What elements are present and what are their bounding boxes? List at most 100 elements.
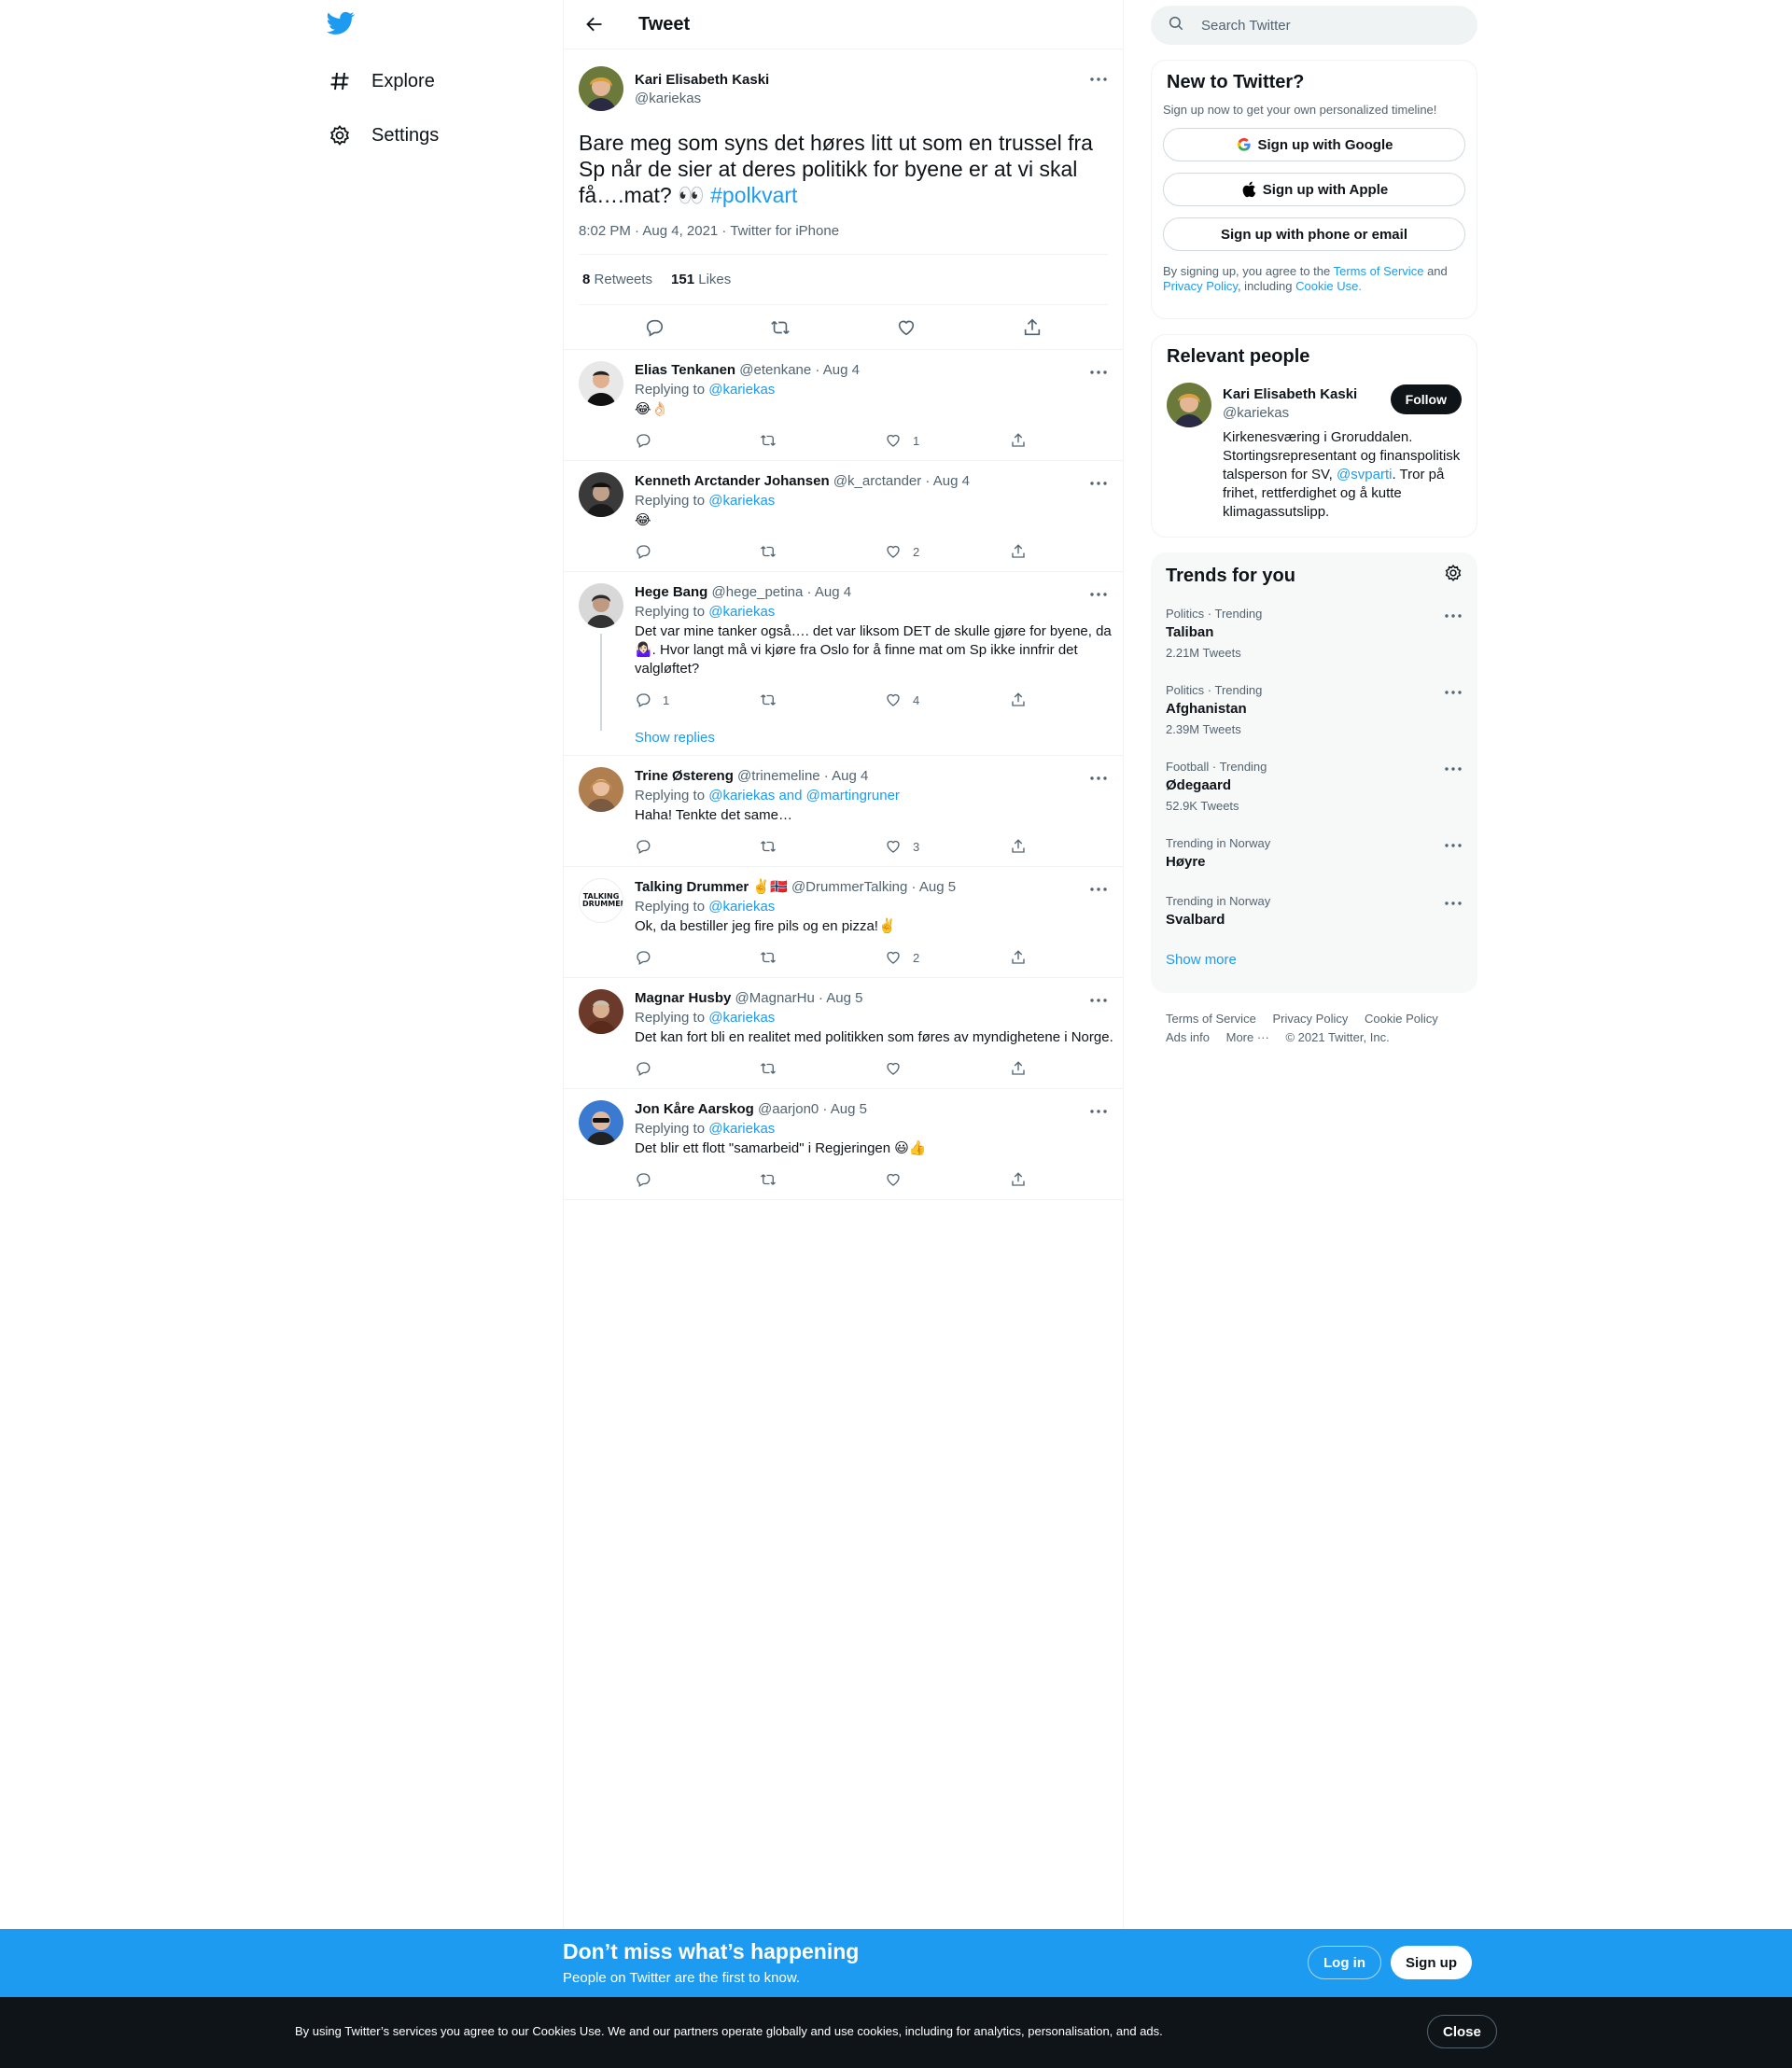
signup-phone-button[interactable]: Sign up with phone or email xyxy=(1163,217,1465,251)
share-action[interactable] xyxy=(1010,1060,1135,1077)
more-options-icon[interactable] xyxy=(1089,585,1108,604)
likes-stat[interactable]: 151 Likes xyxy=(671,272,731,287)
reply-tweet[interactable]: Elias Tenkanen @etenkane · Aug 4 Replyin… xyxy=(564,350,1123,461)
avatar[interactable] xyxy=(1167,383,1211,427)
more-options-icon[interactable] xyxy=(1089,363,1108,382)
more-options-icon[interactable] xyxy=(1444,607,1463,625)
retweet-action[interactable] xyxy=(760,1171,885,1188)
share-action[interactable] xyxy=(1010,838,1135,855)
reply-author-name[interactable]: Jon Kåre Aarskog xyxy=(635,1101,754,1117)
trend-item[interactable]: Trending in Norway Svalbard xyxy=(1151,894,1477,952)
cookie-use-link[interactable]: Cookie Use. xyxy=(1295,279,1362,293)
share-action[interactable] xyxy=(1010,1171,1135,1188)
more-options-icon[interactable] xyxy=(1444,836,1463,855)
reply-author-name[interactable]: Magnar Husby xyxy=(635,990,731,1006)
reply-handle-date[interactable]: @MagnarHu · Aug 5 xyxy=(735,990,863,1006)
like-icon[interactable] xyxy=(896,317,917,338)
replying-to-link[interactable]: @kariekas xyxy=(708,493,775,509)
like-action[interactable] xyxy=(885,1060,1010,1077)
close-button[interactable]: Close xyxy=(1427,2015,1497,2048)
more-options-icon[interactable] xyxy=(1089,880,1108,899)
reply-action[interactable] xyxy=(635,543,760,560)
avatar[interactable] xyxy=(579,1100,623,1145)
signup-apple-button[interactable]: Sign up with Apple xyxy=(1163,173,1465,206)
gear-icon[interactable] xyxy=(1444,564,1463,588)
reply-tweet[interactable]: Kenneth Arctander Johansen @k_arctander … xyxy=(564,461,1123,572)
replying-to-link[interactable]: @kariekas xyxy=(708,1010,775,1026)
reply-handle-date[interactable]: @aarjon0 · Aug 5 xyxy=(758,1101,867,1117)
more-options-icon[interactable] xyxy=(1444,760,1463,778)
reply-tweet[interactable]: Magnar Husby @MagnarHu · Aug 5 Replying … xyxy=(564,978,1123,1089)
tweet-timestamp[interactable]: 8:02 PM · Aug 4, 2021 · Twitter for iPho… xyxy=(579,223,1108,255)
search-box[interactable] xyxy=(1151,6,1477,45)
reply-handle-date[interactable]: @etenkane · Aug 4 xyxy=(739,362,860,378)
reply-tweet[interactable]: Jon Kåre Aarskog @aarjon0 · Aug 5 Replyi… xyxy=(564,1089,1123,1200)
terms-link[interactable]: Terms of Service xyxy=(1334,264,1424,278)
reply-tweet[interactable]: Hege Bang @hege_petina · Aug 4 Replying … xyxy=(564,572,1123,756)
more-options-icon[interactable] xyxy=(1089,991,1108,1010)
reply-tweet[interactable]: TALKING DRUMMER Talking Drummer ✌️🇳🇴 @Dr… xyxy=(564,867,1123,978)
signup-google-button[interactable]: Sign up with Google xyxy=(1163,128,1465,161)
footer-privacy-link[interactable]: Privacy Policy xyxy=(1272,1012,1348,1026)
more-options-icon[interactable] xyxy=(1089,769,1108,788)
reply-action[interactable] xyxy=(635,1060,760,1077)
signup-button[interactable]: Sign up xyxy=(1391,1946,1472,1979)
avatar[interactable] xyxy=(579,361,623,406)
reply-action[interactable]: 1 xyxy=(635,692,760,708)
replying-to-link[interactable]: @kariekas xyxy=(708,604,775,620)
retweet-icon[interactable] xyxy=(770,317,791,338)
reply-author-name[interactable]: Trine Østereng xyxy=(635,768,734,784)
share-action[interactable] xyxy=(1010,543,1135,560)
reply-handle-date[interactable]: @DrummerTalking · Aug 5 xyxy=(791,879,956,895)
show-replies-link[interactable]: Show replies xyxy=(635,720,1135,755)
retweet-action[interactable] xyxy=(760,949,885,966)
reply-action[interactable] xyxy=(635,838,760,855)
retweet-action[interactable] xyxy=(760,1060,885,1077)
avatar[interactable]: TALKING DRUMMER xyxy=(579,878,623,923)
retweet-action[interactable] xyxy=(760,432,885,449)
author-handle[interactable]: @kariekas xyxy=(635,91,769,106)
share-action[interactable] xyxy=(1010,949,1135,966)
footer-cookie-link[interactable]: Cookie Policy xyxy=(1365,1012,1438,1026)
nav-settings[interactable]: Settings xyxy=(327,117,439,154)
hashtag-link[interactable]: #polkvart xyxy=(710,183,797,207)
like-action[interactable] xyxy=(885,1171,1010,1188)
more-options-icon[interactable] xyxy=(1444,683,1463,702)
reply-handle-date[interactable]: @k_arctander · Aug 4 xyxy=(833,473,970,489)
retweet-action[interactable] xyxy=(760,543,885,560)
nav-explore[interactable]: Explore xyxy=(327,63,435,100)
trend-item[interactable]: Trending in Norway Høyre xyxy=(1151,836,1477,894)
trend-item[interactable]: Politics · Trending Taliban 2.21M Tweets xyxy=(1151,607,1477,683)
reply-action[interactable] xyxy=(635,1171,760,1188)
more-options-icon[interactable] xyxy=(1089,70,1108,89)
show-more-link[interactable]: Show more xyxy=(1151,952,1477,968)
reply-author-name[interactable]: Kenneth Arctander Johansen xyxy=(635,473,830,489)
like-action[interactable]: 4 xyxy=(885,692,1010,708)
like-action[interactable]: 3 xyxy=(885,838,1010,855)
share-action[interactable] xyxy=(1010,692,1135,708)
replying-to-link[interactable]: @kariekas xyxy=(708,382,775,398)
replying-to-link[interactable]: @kariekas xyxy=(708,899,775,915)
like-action[interactable]: 1 xyxy=(885,432,1010,449)
reply-author-name[interactable]: Talking Drummer ✌️🇳🇴 xyxy=(635,879,788,895)
reply-icon[interactable] xyxy=(644,317,665,338)
avatar[interactable] xyxy=(579,767,623,812)
reply-author-name[interactable]: Hege Bang xyxy=(635,584,707,600)
author-name[interactable]: Kari Elisabeth Kaski xyxy=(635,72,769,88)
follow-button[interactable]: Follow xyxy=(1390,384,1462,414)
more-options-icon[interactable] xyxy=(1089,474,1108,493)
retweet-action[interactable] xyxy=(760,838,885,855)
replying-to-link[interactable]: @kariekas xyxy=(708,1121,775,1137)
back-arrow-icon[interactable] xyxy=(579,8,610,40)
reply-action[interactable] xyxy=(635,949,760,966)
replying-to-link[interactable]: @kariekas and @martingruner xyxy=(708,788,900,803)
login-button[interactable]: Log in xyxy=(1308,1946,1381,1979)
bio-mention-link[interactable]: @svparti xyxy=(1337,467,1392,482)
search-input[interactable] xyxy=(1201,17,1435,34)
avatar[interactable] xyxy=(579,583,623,628)
share-action[interactable] xyxy=(1010,432,1135,449)
retweet-action[interactable] xyxy=(760,692,885,708)
avatar[interactable] xyxy=(579,472,623,517)
like-action[interactable]: 2 xyxy=(885,949,1010,966)
share-icon[interactable] xyxy=(1022,317,1043,338)
